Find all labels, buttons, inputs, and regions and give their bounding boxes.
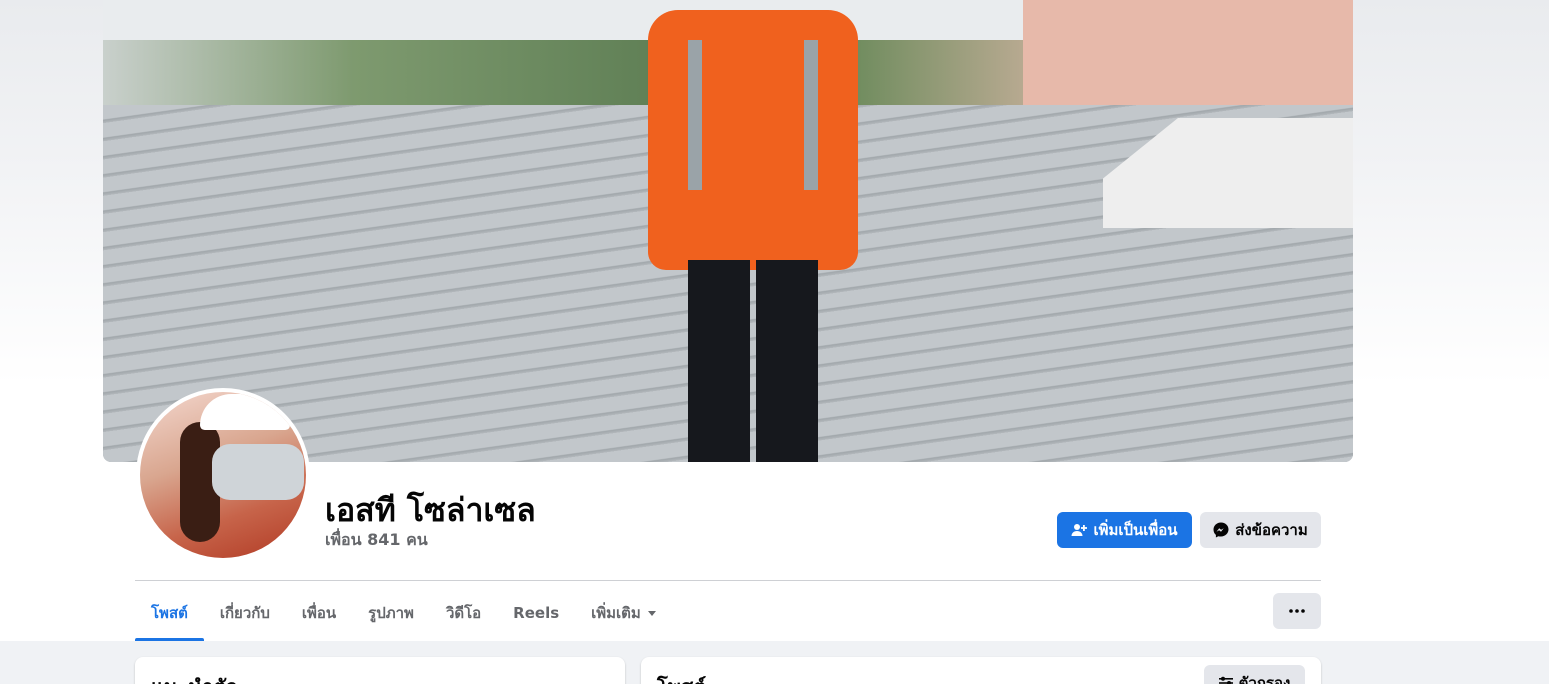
dropdown-arrow-icon <box>647 608 657 618</box>
intro-card-title: แนะนำตัว <box>151 671 237 684</box>
tab-reels[interactable]: Reels <box>497 585 575 641</box>
add-friend-button[interactable]: เพิ่มเป็นเพื่อน <box>1057 512 1192 548</box>
avatar-mask <box>212 444 304 500</box>
messenger-icon <box>1213 522 1229 538</box>
filter-icon <box>1218 676 1233 684</box>
profile-avatar[interactable] <box>136 388 310 562</box>
more-options-button[interactable] <box>1273 593 1321 629</box>
add-friend-label: เพิ่มเป็นเพื่อน <box>1093 521 1178 539</box>
cover-photo[interactable] <box>103 0 1353 462</box>
tab-posts[interactable]: โพสต์ <box>135 585 204 641</box>
add-friend-icon <box>1071 522 1088 538</box>
header-divider <box>135 580 1321 581</box>
cover-building <box>1023 0 1353 115</box>
tab-friends[interactable]: เพื่อน <box>286 585 352 641</box>
tab-about[interactable]: เกี่ยวกับ <box>204 585 286 641</box>
safety-vest <box>648 10 858 270</box>
posts-card: โพสต์ ตัวกรอง <box>641 657 1321 684</box>
more-dots-icon <box>1289 609 1305 613</box>
send-message-button[interactable]: ส่งข้อความ <box>1200 512 1321 548</box>
filter-label: ตัวกรอง <box>1238 674 1291 684</box>
tab-more[interactable]: เพิ่มเติม <box>575 585 673 641</box>
tab-photos[interactable]: รูปภาพ <box>352 585 430 641</box>
friend-count[interactable]: เพื่อน 841 คน <box>325 528 428 553</box>
tab-videos[interactable]: วิดีโอ <box>430 585 497 641</box>
cover-person <box>648 0 858 462</box>
filter-button[interactable]: ตัวกรอง <box>1204 665 1305 684</box>
profile-tabs: โพสต์ เกี่ยวกับ เพื่อน รูปภาพ วิดีโอ Ree… <box>135 585 673 641</box>
send-message-label: ส่งข้อความ <box>1235 521 1308 539</box>
posts-card-title: โพสต์ <box>657 671 706 684</box>
intro-card: แนะนำตัว <box>135 657 625 684</box>
avatar-helmet <box>200 394 290 430</box>
